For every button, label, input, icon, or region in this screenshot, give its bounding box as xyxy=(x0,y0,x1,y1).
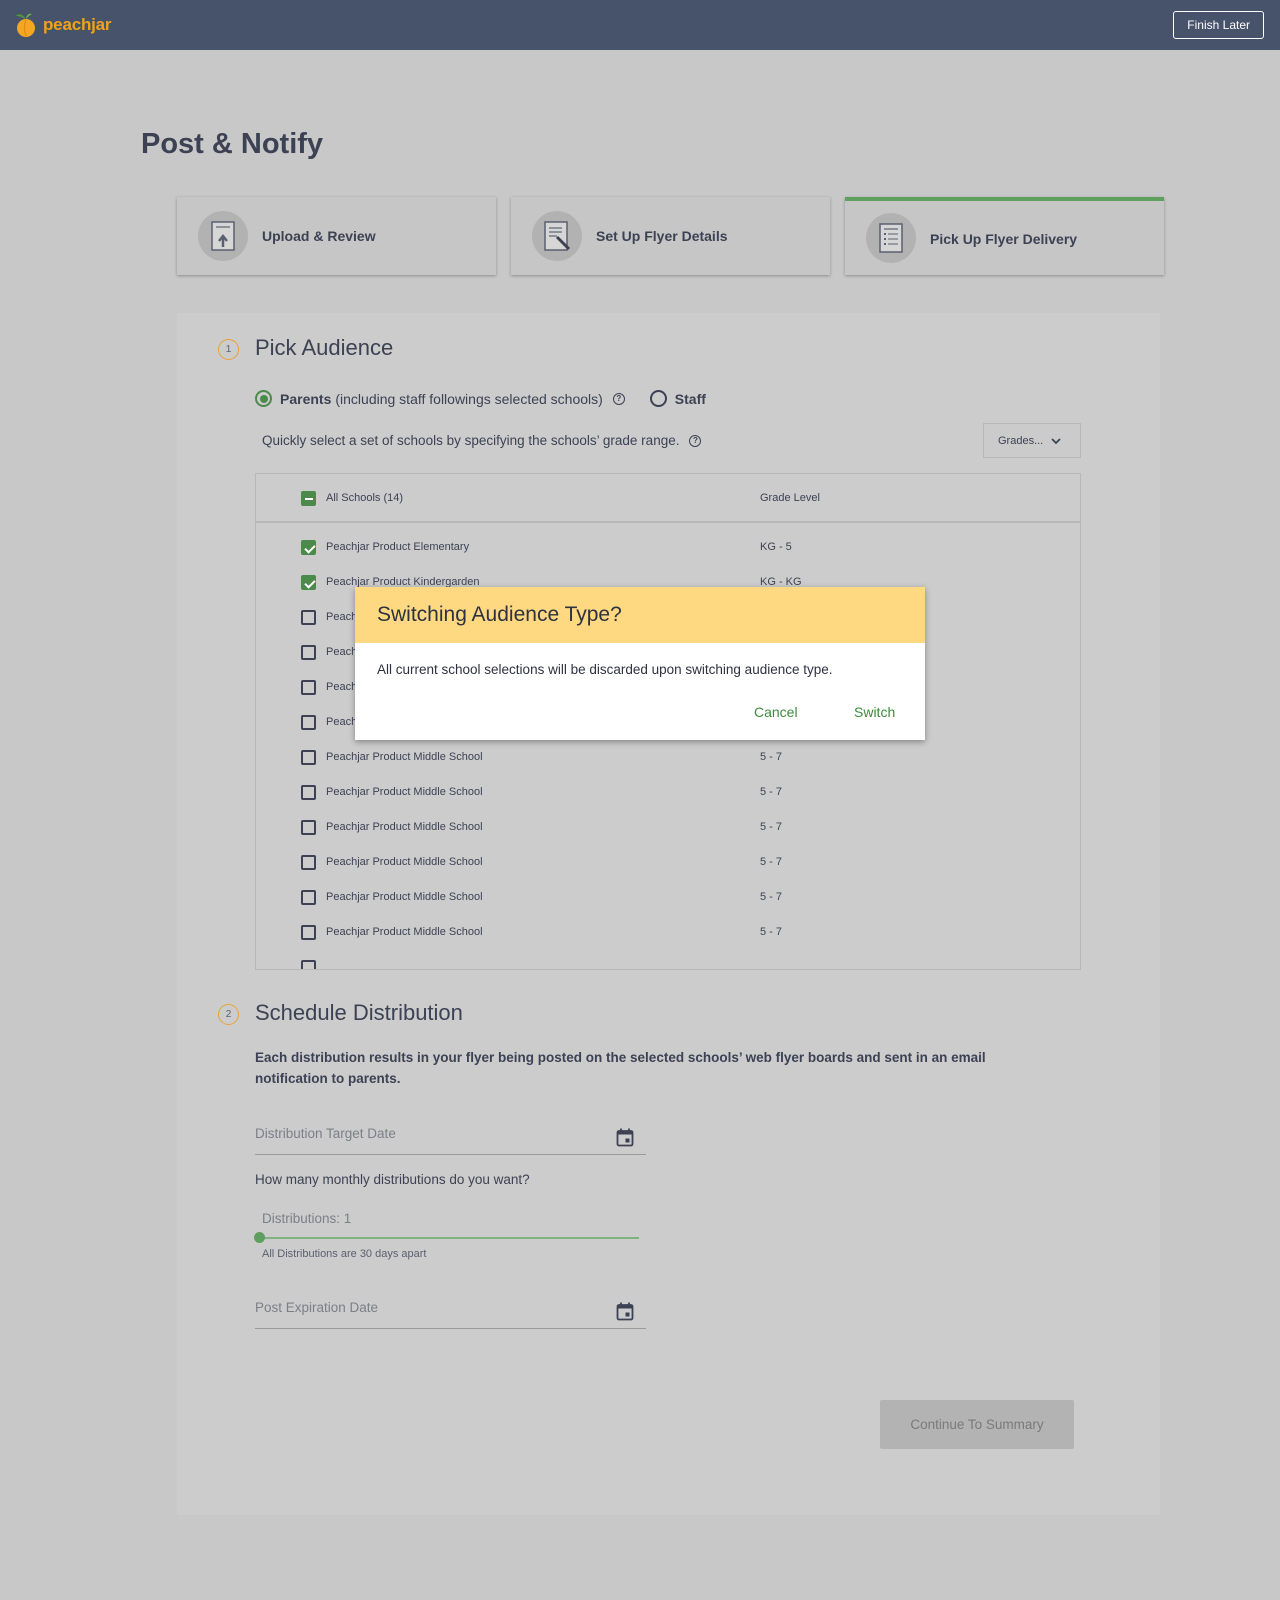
switch-button[interactable]: Switch xyxy=(854,704,895,720)
dialog-header: Switching Audience Type? xyxy=(355,587,925,643)
dialog-message: All current school selections will be di… xyxy=(377,662,833,677)
cancel-button[interactable]: Cancel xyxy=(754,704,798,720)
modal-overlay xyxy=(0,0,1280,1600)
dialog-title: Switching Audience Type? xyxy=(377,603,622,626)
switch-audience-dialog: Switching Audience Type? All current sch… xyxy=(355,587,925,740)
